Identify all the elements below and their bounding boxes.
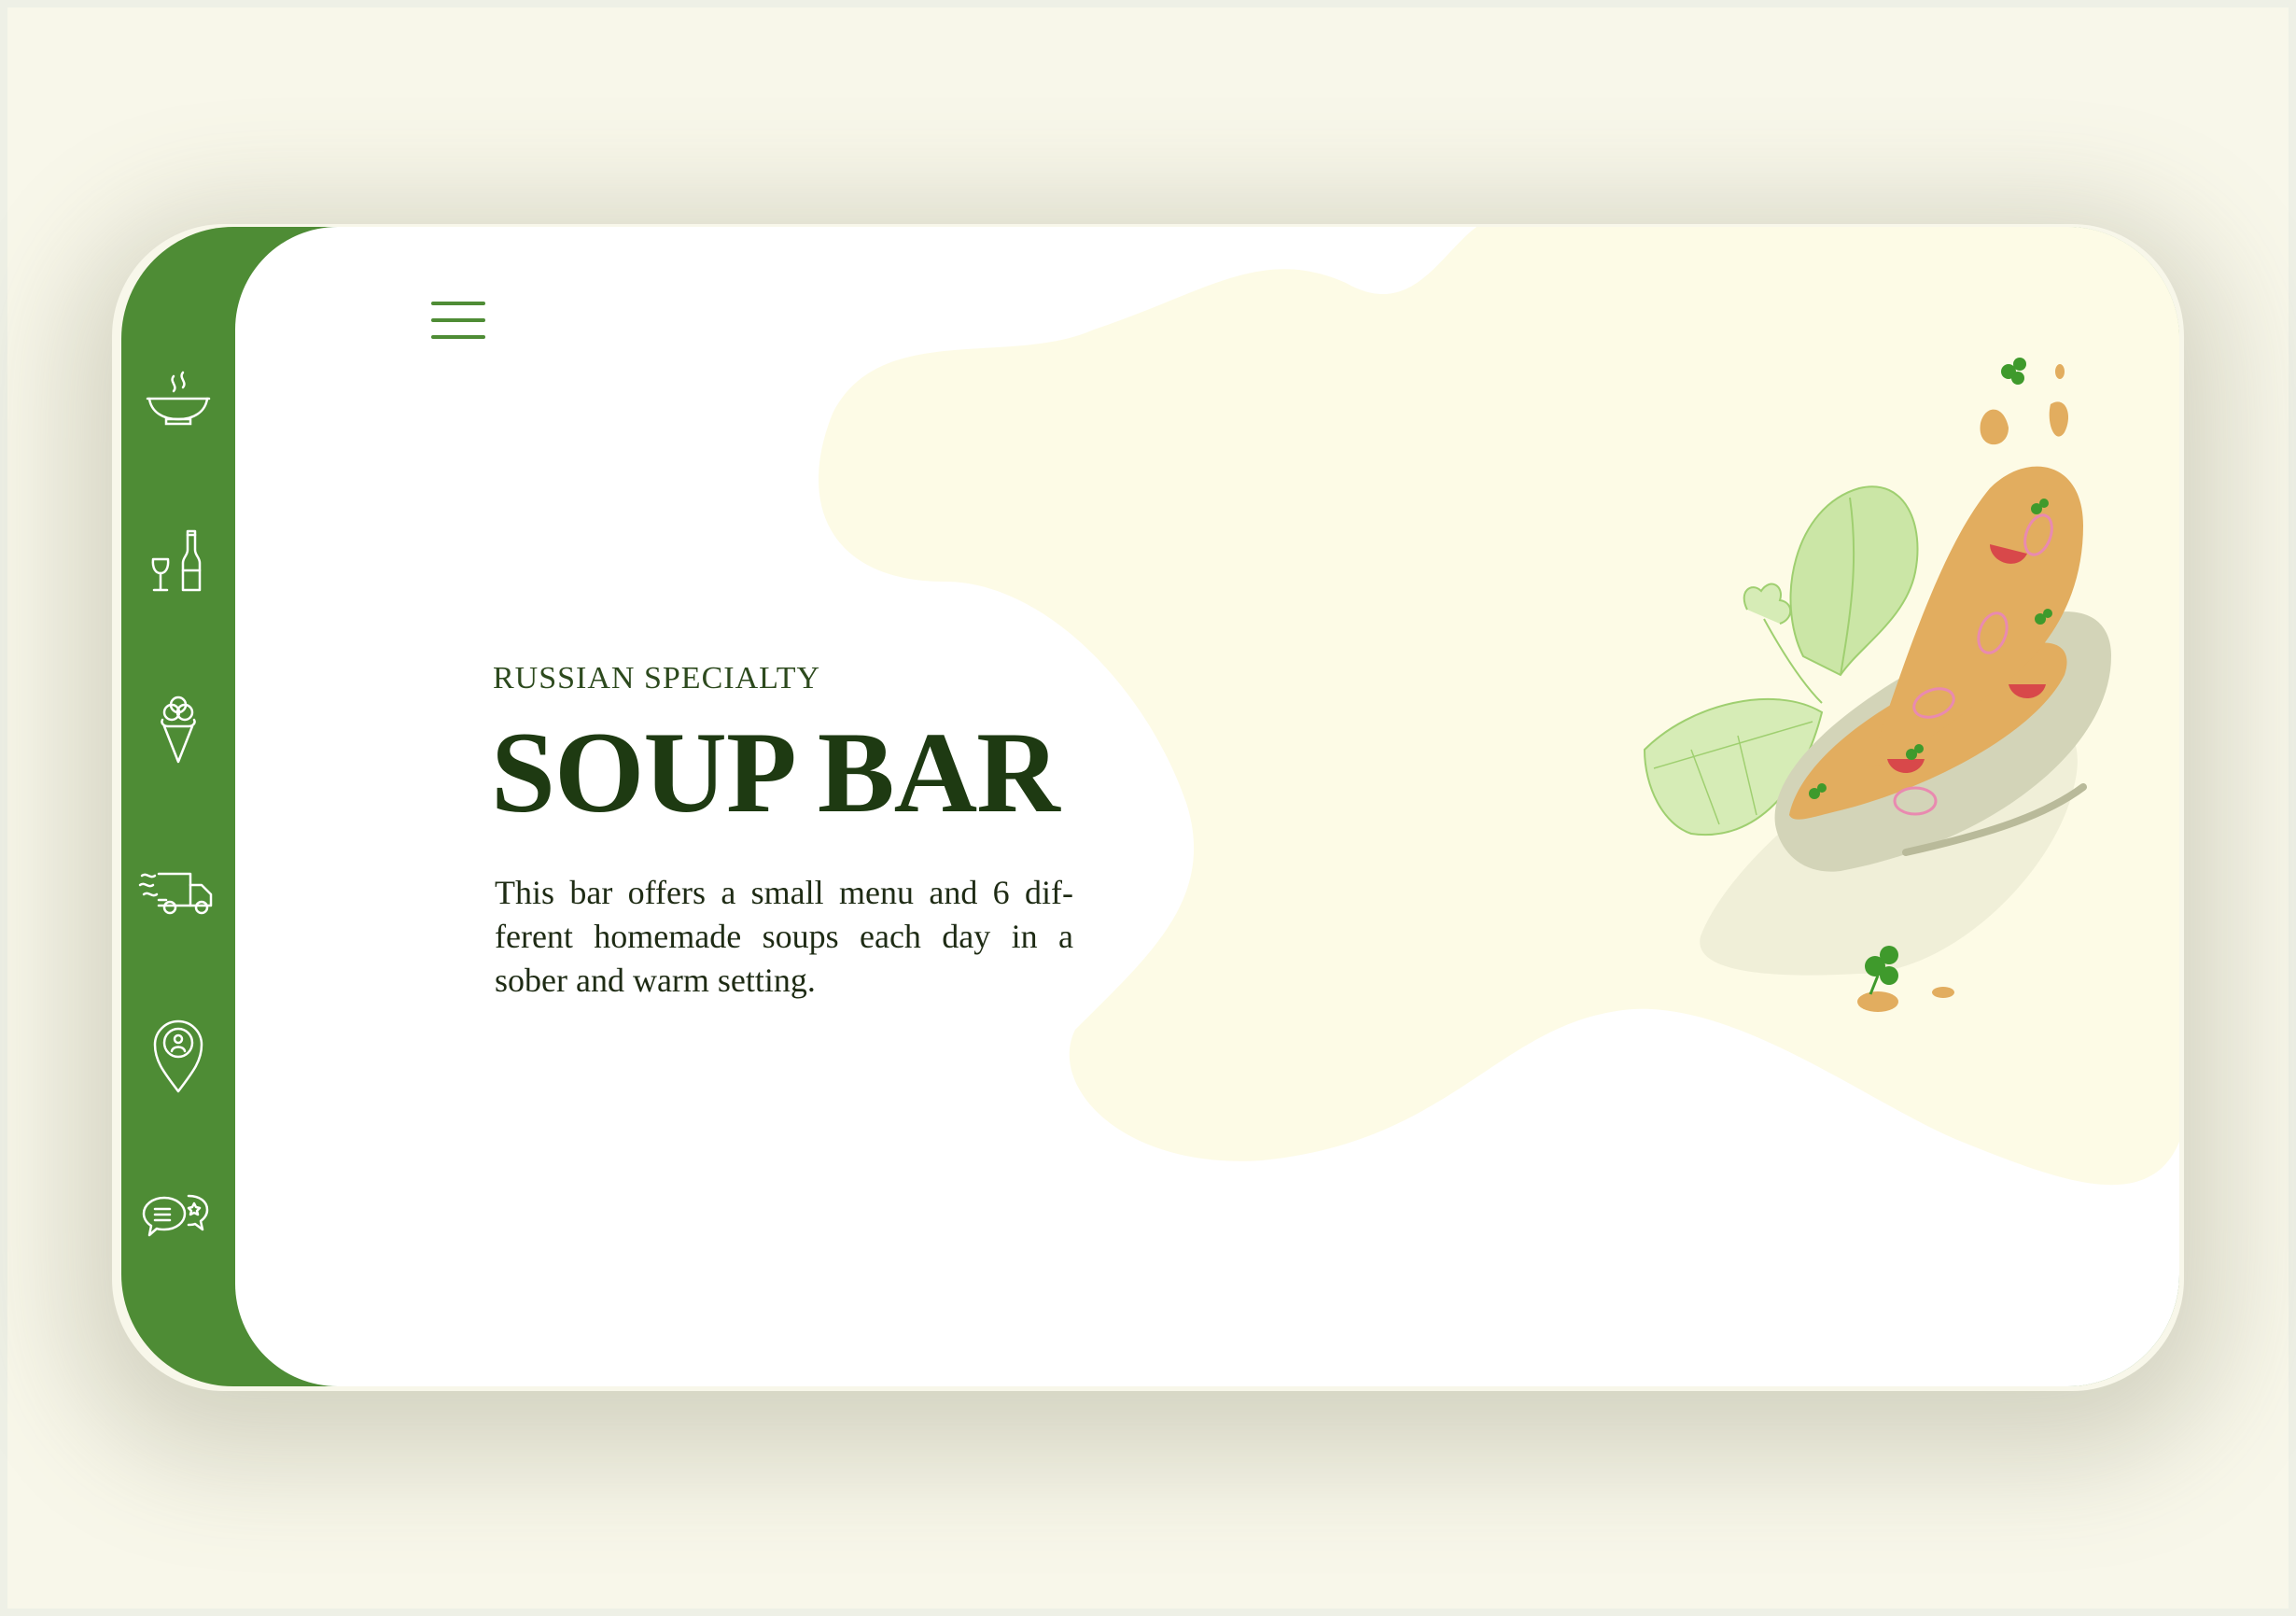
hero-eyebrow: RUSSIAN SPECIALTY xyxy=(493,661,821,696)
sidebar xyxy=(121,227,235,1386)
main-panel: RUSSIAN SPECIALTY SOUP BAR This bar offe… xyxy=(235,227,2179,1386)
delivery-truck-icon[interactable] xyxy=(136,848,220,932)
reviews-chat-icon[interactable] xyxy=(136,1172,220,1256)
soup-bowl-icon[interactable] xyxy=(136,358,220,442)
hero-title: SOUP BAR xyxy=(491,709,1060,836)
location-pin-icon[interactable] xyxy=(136,1011,220,1095)
ice-cream-icon[interactable] xyxy=(136,684,220,768)
landing-card: RUSSIAN SPECIALTY SOUP BAR This bar offe… xyxy=(121,227,2179,1386)
soup-illustration xyxy=(1643,358,2111,1012)
hamburger-menu-icon[interactable] xyxy=(431,302,489,344)
wine-icon[interactable] xyxy=(136,518,220,602)
hero-description: This bar offers a small menu and 6 dif-f… xyxy=(495,874,1073,999)
